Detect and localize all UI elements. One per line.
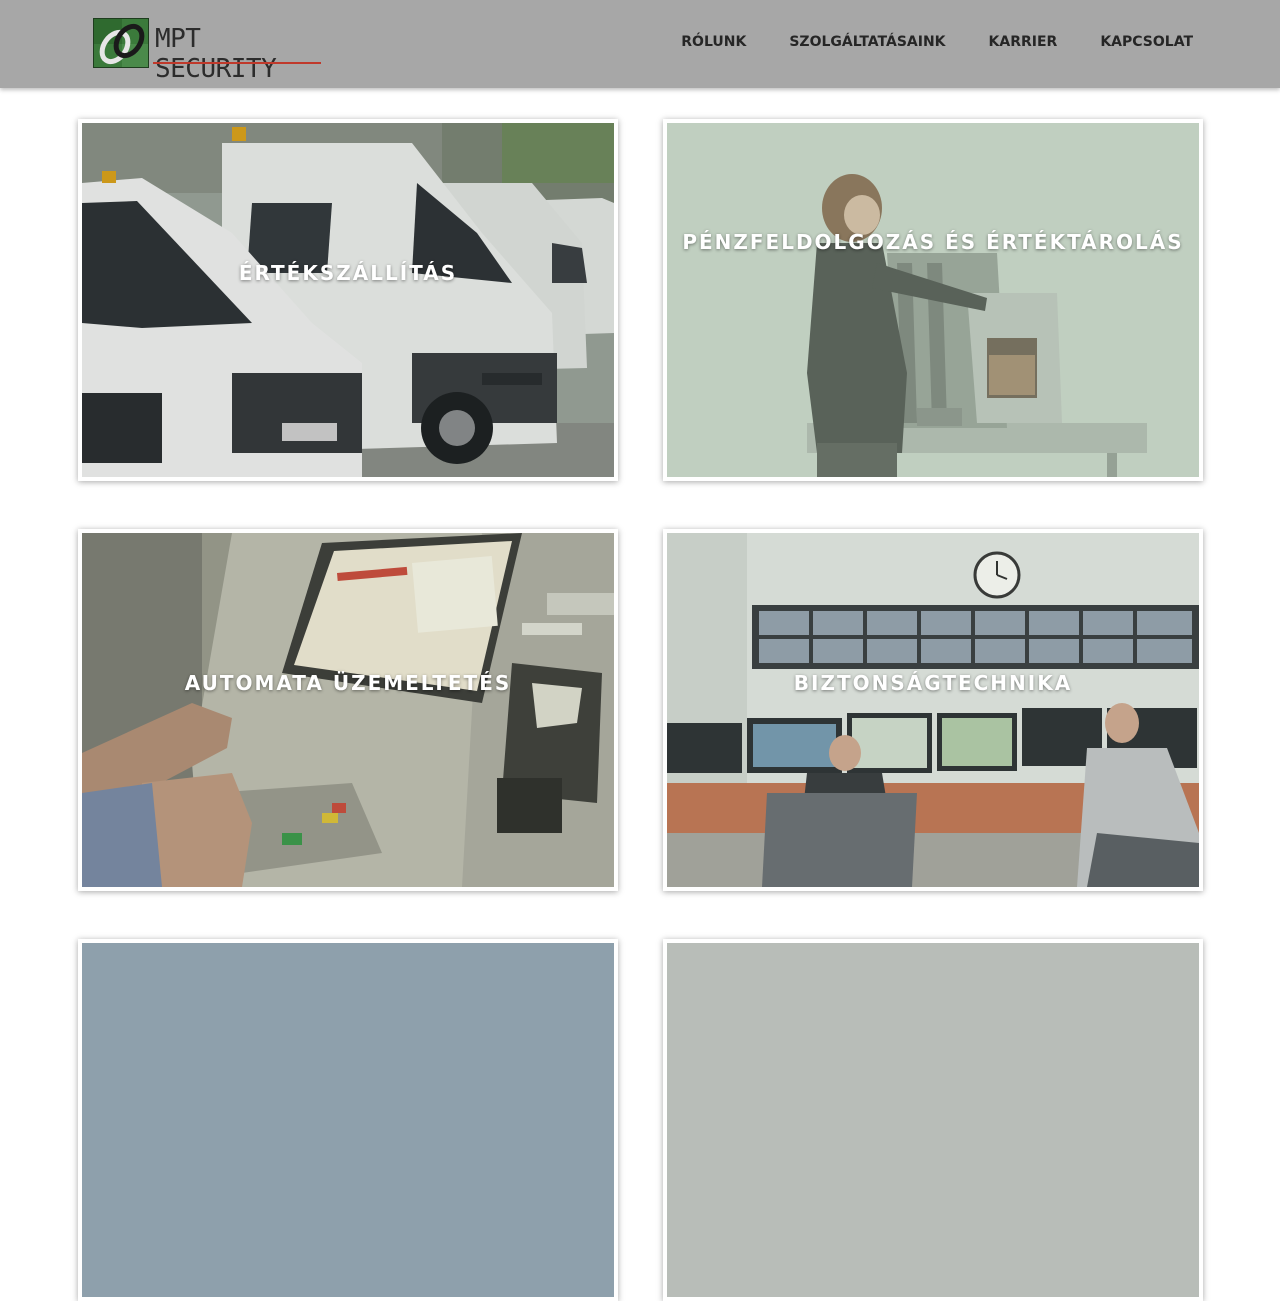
cash-processing-photo	[667, 123, 1199, 477]
atm-photo	[82, 533, 614, 887]
logo-underline	[153, 62, 321, 64]
nav-item-szolgaltatasaink[interactable]: SZOLGÁLTATÁSAINK	[789, 34, 945, 50]
service-tile-ertekszallitas[interactable]: ÉRTÉKSZÁLLÍTÁS	[78, 119, 618, 481]
mpt-security-logo[interactable]: MPT SECURITY	[93, 18, 325, 84]
partial-photo	[667, 943, 1199, 1297]
logo-wordmark: MPT SECURITY	[155, 24, 277, 84]
service-title: ÉRTÉKSZÁLLÍTÁS	[238, 261, 458, 285]
chain-link-icon	[93, 18, 149, 68]
main-nav: RÓLUNK SZOLGÁLTATÁSAINK KARRIER KAPCSOLA…	[638, 34, 1193, 50]
service-title: PÉNZFELDOLGOZÁS ÉS ÉRTÉKTÁROLÁS	[682, 230, 1184, 254]
partial-photo	[82, 943, 614, 1297]
nav-item-rolunk[interactable]: RÓLUNK	[681, 34, 746, 50]
service-tile-5[interactable]	[78, 939, 618, 1301]
vans-photo	[82, 123, 614, 477]
control-room-photo	[667, 533, 1199, 887]
service-tile-6[interactable]	[663, 939, 1203, 1301]
nav-item-kapcsolat[interactable]: KAPCSOLAT	[1100, 34, 1193, 50]
service-tile-penzfeldolgozas[interactable]: PÉNZFELDOLGOZÁS ÉS ÉRTÉKTÁROLÁS	[663, 119, 1203, 481]
service-tile-biztonsagtechnika[interactable]: BIZTONSÁGTECHNIKA	[663, 529, 1203, 891]
service-tile-automata-uzemeltetes[interactable]: AUTOMATA ÜZEMELTETÉS	[78, 529, 618, 891]
site-header: MPT SECURITY RÓLUNK SZOLGÁLTATÁSAINK KAR…	[0, 0, 1280, 88]
nav-item-karrier[interactable]: KARRIER	[989, 34, 1058, 50]
service-title: AUTOMATA ÜZEMELTETÉS	[184, 671, 512, 695]
service-title: BIZTONSÁGTECHNIKA	[793, 671, 1073, 695]
